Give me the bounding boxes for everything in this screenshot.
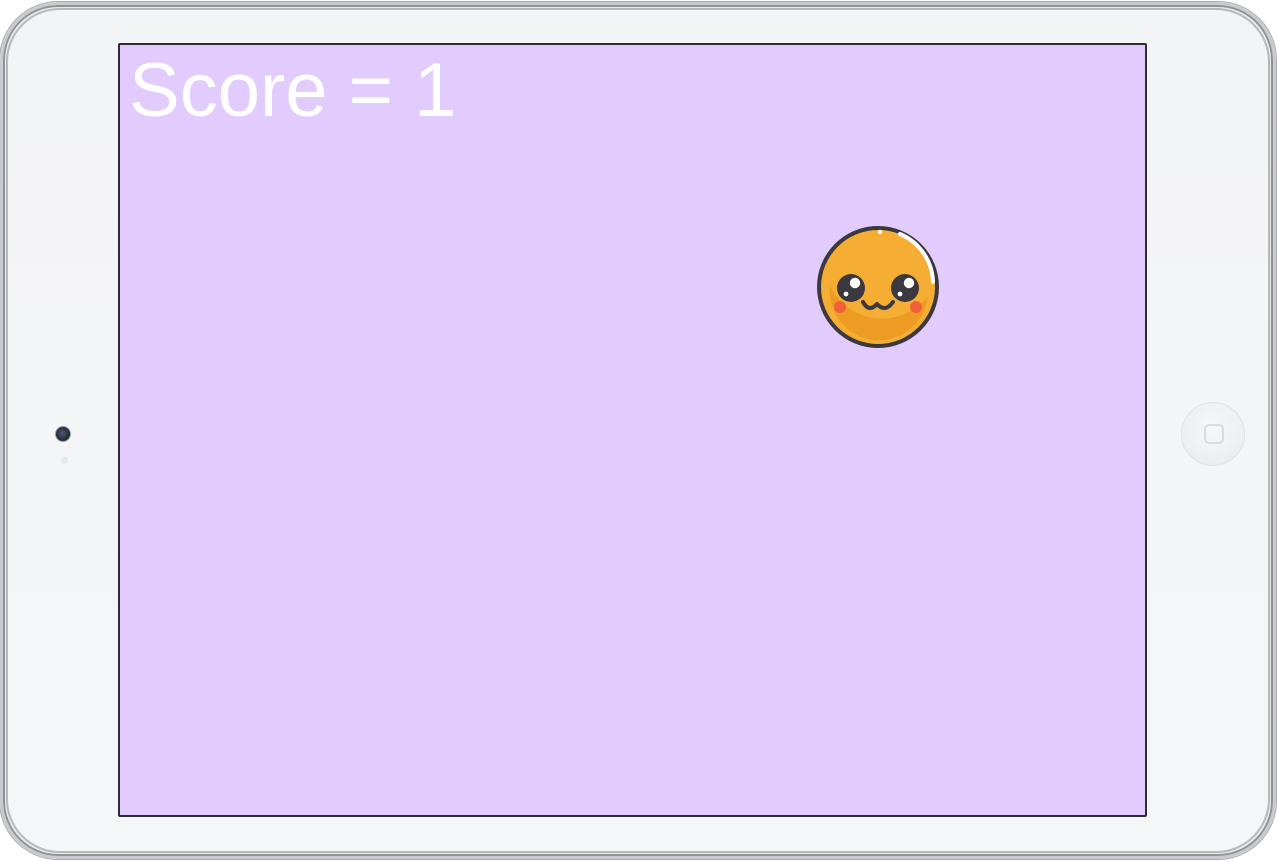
home-square-icon [1204, 424, 1224, 444]
home-button[interactable] [1181, 402, 1245, 466]
game-screen[interactable]: Score = 1 [118, 43, 1147, 817]
light-sensor [61, 457, 68, 464]
score-label: Score = [129, 48, 415, 133]
score-display: Score = 1 [129, 53, 456, 129]
score-value: 1 [414, 48, 457, 133]
cute-orange-ball-icon[interactable] [813, 222, 943, 352]
camera-icon [55, 426, 71, 442]
